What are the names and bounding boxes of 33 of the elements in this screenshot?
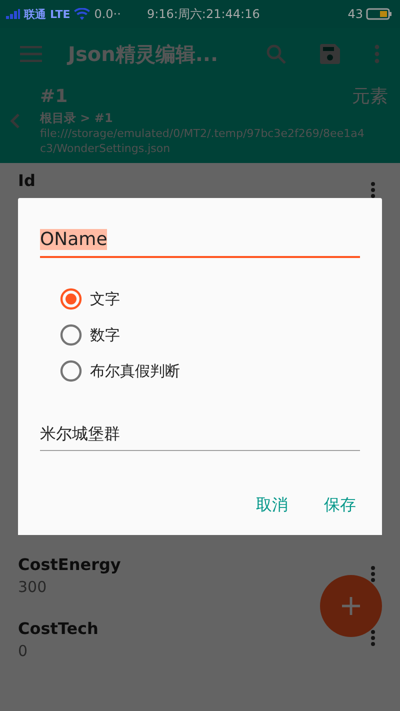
radio-label: 布尔真假判断: [90, 362, 180, 380]
wifi-icon: [74, 8, 90, 20]
item-key: CostEnergy: [18, 553, 370, 577]
app-title: Json精灵编辑...: [68, 40, 220, 68]
network-speed: 0.0··: [94, 7, 121, 21]
radio-button[interactable]: [60, 288, 82, 310]
battery-level: 43: [348, 7, 363, 21]
list-item[interactable]: CostTech 0: [0, 609, 400, 673]
battery-icon: [366, 8, 392, 20]
item-value: 300: [18, 577, 48, 597]
list-item[interactable]: Id: [0, 163, 400, 227]
save-button[interactable]: 保存: [310, 486, 370, 524]
radio-label: 数字: [90, 326, 120, 344]
clock: 9:16:周六:21:44:16: [146, 6, 260, 22]
node-title: #1: [40, 85, 69, 109]
carrier-name: 联通: [24, 6, 46, 22]
list-item[interactable]: CostEnergy 300: [0, 545, 400, 609]
signal-icon: [6, 9, 20, 19]
network-type: LTE: [50, 8, 70, 20]
item-value: 0: [18, 641, 29, 661]
save-icon[interactable]: [320, 44, 340, 64]
node-type: 元素: [352, 85, 388, 108]
cancel-button[interactable]: 取消: [242, 486, 302, 524]
more-icon[interactable]: [370, 181, 376, 199]
add-button[interactable]: [320, 575, 382, 637]
value-input[interactable]: 米尔城堡群: [40, 420, 360, 451]
item-key: Id: [18, 169, 370, 193]
item-key: CostTech: [18, 617, 370, 641]
key-input[interactable]: OName: [40, 226, 360, 258]
radio-label: 文字: [90, 290, 120, 308]
file-path: file:///storage/emulated/0/MT2/.temp/97bc3e2f269/8ee1a4c3/WonderSettings.json: [40, 126, 366, 156]
radio-button[interactable]: [60, 324, 82, 346]
radio-button[interactable]: [60, 360, 82, 382]
